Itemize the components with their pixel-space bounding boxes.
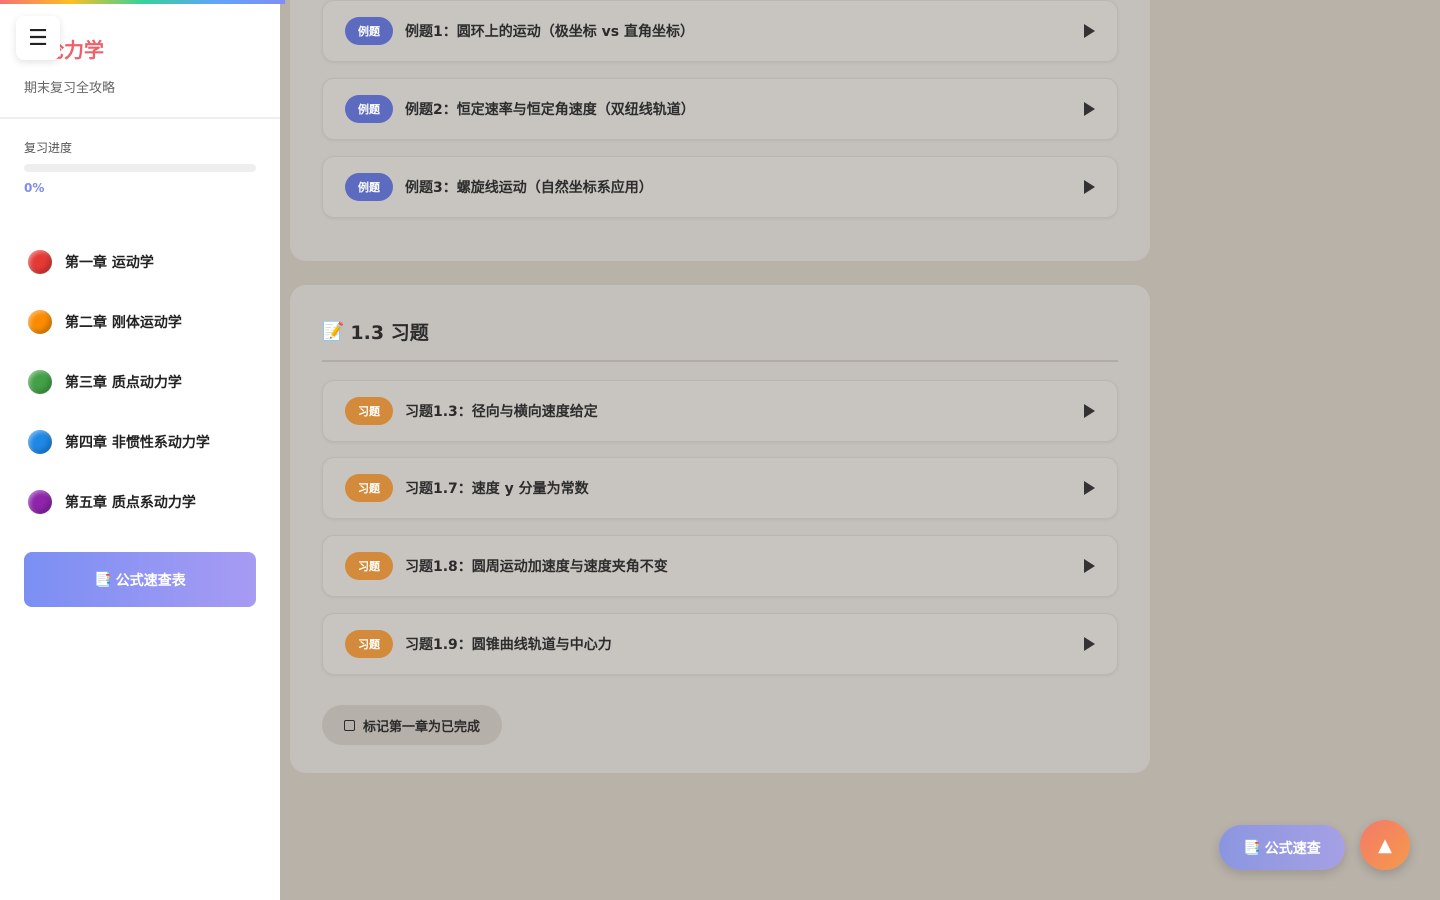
exercise-title: 习题1.8：圆周运动加速度与速度夹角不变 bbox=[405, 559, 668, 575]
purple-circle-icon bbox=[28, 490, 52, 514]
example-row-2[interactable]: 例题 例题2：恒定速率与恒定角速度（双纽线轨道） bbox=[322, 78, 1118, 140]
floating-formula-label: 公式速查 bbox=[1264, 840, 1321, 857]
blue-circle-icon bbox=[28, 430, 52, 454]
exercise-row-2[interactable]: 习题 习题1.7：速度 y 分量为常数 bbox=[322, 457, 1118, 519]
exercise-tag: 习题 bbox=[345, 397, 393, 425]
example-title: 例题1：圆环上的运动（极坐标 vs 直角坐标） bbox=[405, 24, 694, 40]
bookmark-tabs-icon: 📑 bbox=[1243, 839, 1261, 856]
red-circle-icon bbox=[28, 250, 52, 274]
exercise-title: 习题1.7：速度 y 分量为常数 bbox=[405, 481, 589, 497]
play-icon bbox=[1084, 102, 1095, 116]
sidebar-item-chapter-3[interactable]: 第三章 质点动力学 bbox=[16, 352, 264, 412]
play-icon bbox=[1084, 24, 1095, 38]
mark-chapter-complete-button[interactable]: 标记第一章为已完成 bbox=[322, 705, 502, 745]
chapter-nav: 第一章 运动学 第二章 刚体运动学 第三章 质点动力学 第四章 非惯性系动力学 … bbox=[16, 232, 264, 532]
progress-label: 复习进度 bbox=[24, 141, 73, 155]
mark-complete-label: 标记第一章为已完成 bbox=[362, 719, 480, 735]
sidebar-item-label: 第一章 运动学 bbox=[65, 255, 154, 271]
sidebar-item-label: 第四章 非惯性系动力学 bbox=[65, 435, 210, 451]
sidebar-item-chapter-1[interactable]: 第一章 运动学 bbox=[16, 232, 264, 292]
exercise-tag: 习题 bbox=[345, 630, 393, 658]
exercise-tag: 习题 bbox=[345, 552, 393, 580]
sidebar-item-label: 第二章 刚体运动学 bbox=[65, 315, 182, 331]
hamburger-icon: ☰ bbox=[28, 25, 48, 51]
play-icon bbox=[1084, 404, 1095, 418]
play-icon bbox=[1084, 637, 1095, 651]
examples-card: 例题 例题1：圆环上的运动（极坐标 vs 直角坐标） 例题 例题2：恒定速率与恒… bbox=[290, 0, 1150, 261]
sidebar-item-label: 第五章 质点系动力学 bbox=[65, 495, 196, 511]
play-icon bbox=[1084, 481, 1095, 495]
sidebar-divider bbox=[0, 117, 280, 119]
example-title: 例题2：恒定速率与恒定角速度（双纽线轨道） bbox=[405, 102, 695, 118]
exercise-row-4[interactable]: 习题 习题1.9：圆锥曲线轨道与中心力 bbox=[322, 613, 1118, 675]
exercise-title: 习题1.3：径向与横向速度给定 bbox=[405, 404, 598, 420]
green-circle-icon bbox=[28, 370, 52, 394]
exercise-row-3[interactable]: 习题 习题1.8：圆周运动加速度与速度夹角不变 bbox=[322, 535, 1118, 597]
memo-icon: 📝 bbox=[322, 321, 345, 342]
section-divider bbox=[322, 360, 1118, 362]
play-icon bbox=[1084, 559, 1095, 573]
arrow-up-icon: ▲ bbox=[1378, 834, 1392, 856]
example-row-3[interactable]: 例题 例题3：螺旋线运动（自然坐标系应用） bbox=[322, 156, 1118, 218]
formula-sheet-label: 公式速查表 bbox=[115, 572, 186, 589]
play-icon bbox=[1084, 180, 1095, 194]
sidebar-item-label: 第三章 质点动力学 bbox=[65, 375, 182, 391]
sidebar-item-chapter-2[interactable]: 第二章 刚体运动学 bbox=[16, 292, 264, 352]
section-title: 📝 1.3 习题 bbox=[322, 318, 429, 345]
example-tag: 例题 bbox=[345, 17, 393, 45]
back-to-top-button[interactable]: ▲ bbox=[1360, 820, 1410, 870]
top-gradient-bar bbox=[0, 0, 285, 4]
section-title-text: 1.3 习题 bbox=[350, 322, 429, 344]
example-tag: 例题 bbox=[345, 95, 393, 123]
orange-circle-icon bbox=[28, 310, 52, 334]
brand-subtitle: 期末复习全攻略 bbox=[24, 81, 116, 96]
example-title: 例题3：螺旋线运动（自然坐标系应用） bbox=[405, 180, 653, 196]
exercise-tag: 习题 bbox=[345, 474, 393, 502]
bookmark-tabs-icon: 📑 bbox=[94, 571, 112, 588]
sidebar: 理论力学 期末复习全攻略 复习进度 0% 第一章 运动学 第二章 刚体运动学 第… bbox=[0, 0, 280, 900]
sidebar-item-chapter-5[interactable]: 第五章 质点系动力学 bbox=[16, 472, 264, 532]
progress-bar bbox=[24, 164, 256, 172]
progress-value: 0% bbox=[24, 181, 45, 195]
sidebar-item-chapter-4[interactable]: 第四章 非惯性系动力学 bbox=[16, 412, 264, 472]
checkbox-icon bbox=[343, 719, 355, 731]
exercise-row-1[interactable]: 习题 习题1.3：径向与横向速度给定 bbox=[322, 380, 1118, 442]
menu-toggle-button[interactable]: ☰ bbox=[16, 16, 60, 60]
exercise-title: 习题1.9：圆锥曲线轨道与中心力 bbox=[405, 637, 612, 653]
floating-formula-button[interactable]: 📑 公式速查 bbox=[1219, 825, 1345, 870]
formula-sheet-button[interactable]: 📑 公式速查表 bbox=[24, 552, 256, 607]
exercises-card: 📝 1.3 习题 习题 习题1.3：径向与横向速度给定 习题 习题1.7：速度 … bbox=[290, 285, 1150, 773]
example-row-1[interactable]: 例题 例题1：圆环上的运动（极坐标 vs 直角坐标） bbox=[322, 0, 1118, 62]
example-tag: 例题 bbox=[345, 173, 393, 201]
